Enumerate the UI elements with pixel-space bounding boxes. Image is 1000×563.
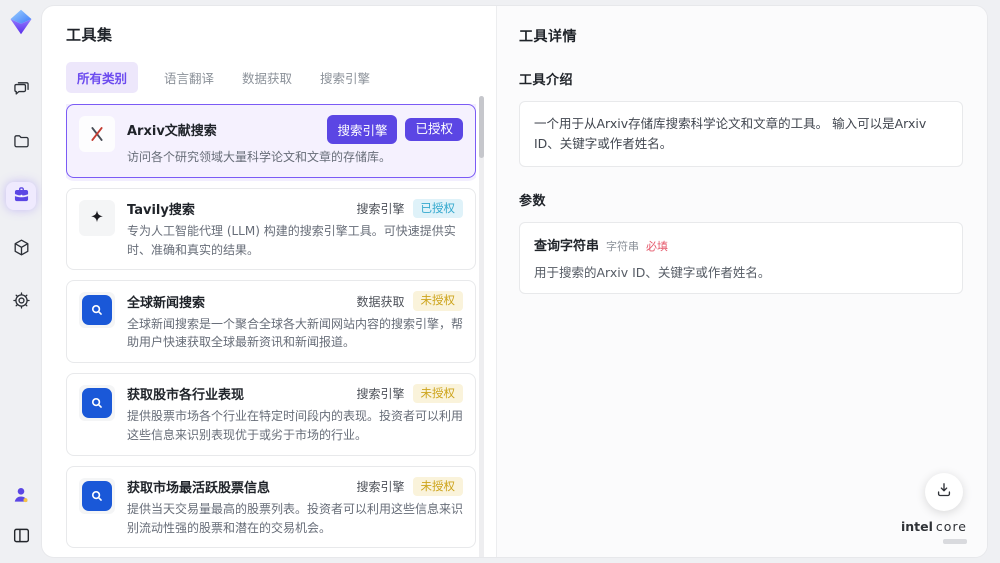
param-description: 用于搜索的Arxiv ID、关键字或作者姓名。 bbox=[534, 265, 771, 280]
tool-card-tavily[interactable]: Tavily搜索 搜索引擎 已授权 专为人工智能代理 (LLM) 构建的搜索引擎… bbox=[66, 187, 476, 271]
tool-category-label: 搜索引擎 bbox=[356, 387, 405, 402]
tool-status-badge: 已授权 bbox=[412, 198, 463, 219]
tools-panel-title: 工具集 bbox=[66, 26, 113, 44]
search-app-icon bbox=[79, 292, 115, 329]
tool-status-badge: 未授权 bbox=[412, 476, 463, 497]
tool-list: Arxiv文献搜索 搜索引擎 已授权 访问各个研究领域大量科学论文和文章的存储库… bbox=[66, 104, 476, 557]
sidebar-item-tools[interactable] bbox=[6, 182, 36, 210]
tool-category-label: 搜索引擎 bbox=[356, 479, 405, 494]
panel-toggle-icon bbox=[11, 525, 32, 550]
tool-category-label: 数据获取 bbox=[356, 294, 405, 309]
tool-status-badge: 未授权 bbox=[412, 383, 463, 404]
param-type: 字符串 bbox=[606, 240, 640, 253]
details-panel: 工具详情 工具介绍 一个用于从Arxiv存储库搜索科学论文和文章的工具。 输入可… bbox=[497, 6, 987, 557]
cube-icon bbox=[11, 237, 32, 262]
tool-description: 全球新闻搜索是一个聚合全球各大新闻网站内容的搜索引擎，帮助用户快速获取全球最新资… bbox=[127, 316, 464, 350]
tool-title: 全球新闻搜索 bbox=[127, 295, 206, 311]
tool-card-global-news[interactable]: 全球新闻搜索 数据获取 未授权 全球新闻搜索是一个聚合全球各大新闻网站内容的搜索… bbox=[66, 280, 476, 363]
details-panel-title: 工具详情 bbox=[519, 29, 577, 45]
tab-data-fetch[interactable]: 数据获取 bbox=[240, 62, 294, 93]
search-app-icon bbox=[79, 477, 115, 514]
intel-wordmark: intel bbox=[901, 518, 933, 534]
arxiv-icon bbox=[79, 116, 115, 152]
sidebar-item-packages[interactable] bbox=[6, 235, 36, 263]
param-name: 查询字符串 bbox=[534, 239, 600, 254]
sidebar-item-account[interactable] bbox=[6, 483, 36, 511]
sidebar-item-chat[interactable] bbox=[6, 76, 36, 104]
gear-icon bbox=[11, 290, 32, 315]
tool-card-active-stocks[interactable]: 获取市场最活跃股票信息 搜索引擎 未授权 提供当天交易量最高的股票列表。投资者可… bbox=[66, 465, 476, 549]
tool-list-scrollbar[interactable] bbox=[479, 96, 484, 557]
params-heading: 参数 bbox=[519, 194, 547, 209]
tool-status-badge: 已授权 bbox=[405, 118, 463, 141]
download-button[interactable] bbox=[925, 473, 963, 511]
intro-heading: 工具介绍 bbox=[519, 73, 574, 88]
tool-title: Arxiv文献搜索 bbox=[127, 124, 217, 139]
cpu-tier-mark bbox=[943, 539, 967, 545]
intel-core-logo: intel core bbox=[901, 518, 967, 548]
tab-language-translation[interactable]: 语言翻译 bbox=[162, 62, 216, 93]
sidebar-item-settings[interactable] bbox=[6, 288, 36, 316]
tool-card-sector-performance[interactable]: 获取股市各行业表现 搜索引擎 未授权 提供股票市场各个行业在特定时间段内的表现。… bbox=[66, 372, 476, 456]
tool-card-arxiv[interactable]: Arxiv文献搜索 搜索引擎 已授权 访问各个研究领域大量科学论文和文章的存储库… bbox=[66, 104, 476, 178]
main-sheet: 工具集 所有类别 语言翻译 数据获取 搜索引擎 Arxiv文献搜索 搜索引擎 已… bbox=[42, 6, 987, 557]
scrollbar-thumb[interactable] bbox=[479, 96, 484, 158]
left-rail bbox=[0, 0, 42, 563]
intro-box: 一个用于从Arxiv存储库搜索科学论文和文章的工具。 输入可以是Arxiv ID… bbox=[519, 101, 963, 167]
tool-title: 获取市场最活跃股票信息 bbox=[127, 480, 271, 496]
tab-all-categories[interactable]: 所有类别 bbox=[66, 62, 139, 93]
intro-text: 一个用于从Arxiv存储库搜索科学论文和文章的工具。 输入可以是Arxiv ID… bbox=[534, 116, 927, 151]
tool-title: 获取股市各行业表现 bbox=[127, 388, 245, 404]
tab-search-engine[interactable]: 搜索引擎 bbox=[318, 62, 372, 93]
collapse-panel-button[interactable] bbox=[6, 523, 36, 551]
tool-status-badge: 未授权 bbox=[412, 291, 463, 311]
core-wordmark: core bbox=[935, 518, 967, 534]
sparkle-icon bbox=[79, 199, 115, 236]
category-tabs: 所有类别 语言翻译 数据获取 搜索引擎 bbox=[66, 62, 496, 93]
param-box: 查询字符串 字符串 必填 用于搜索的Arxiv ID、关键字或作者姓名。 bbox=[519, 222, 963, 294]
tool-title: Tavily搜索 bbox=[127, 202, 195, 218]
tools-panel: 工具集 所有类别 语言翻译 数据获取 搜索引擎 Arxiv文献搜索 搜索引擎 已… bbox=[42, 6, 497, 557]
param-required-badge: 必填 bbox=[646, 240, 669, 253]
download-icon bbox=[934, 480, 954, 504]
toolbox-icon bbox=[11, 184, 32, 209]
tool-description: 访问各个研究领域大量科学论文和文章的存储库。 bbox=[127, 150, 392, 164]
tool-description: 专为人工智能代理 (LLM) 构建的搜索引擎工具。可快速提供实时、准确和真实的结… bbox=[127, 224, 456, 257]
user-icon bbox=[10, 484, 32, 510]
tool-category-label: 搜索引擎 bbox=[356, 201, 405, 216]
folder-icon bbox=[11, 131, 32, 156]
tool-description: 提供股票市场各个行业在特定时间段内的表现。投资者可以利用这些信息来识别表现优于或… bbox=[127, 409, 464, 443]
app-logo-icon bbox=[7, 8, 35, 36]
tool-category-badge: 搜索引擎 bbox=[327, 115, 398, 144]
chat-icon bbox=[11, 78, 32, 103]
search-app-icon bbox=[79, 384, 115, 421]
sidebar-item-files[interactable] bbox=[6, 129, 36, 157]
tool-description: 提供当天交易量最高的股票列表。投资者可以利用这些信息来识别流动性强的股票和潜在的… bbox=[127, 502, 464, 535]
